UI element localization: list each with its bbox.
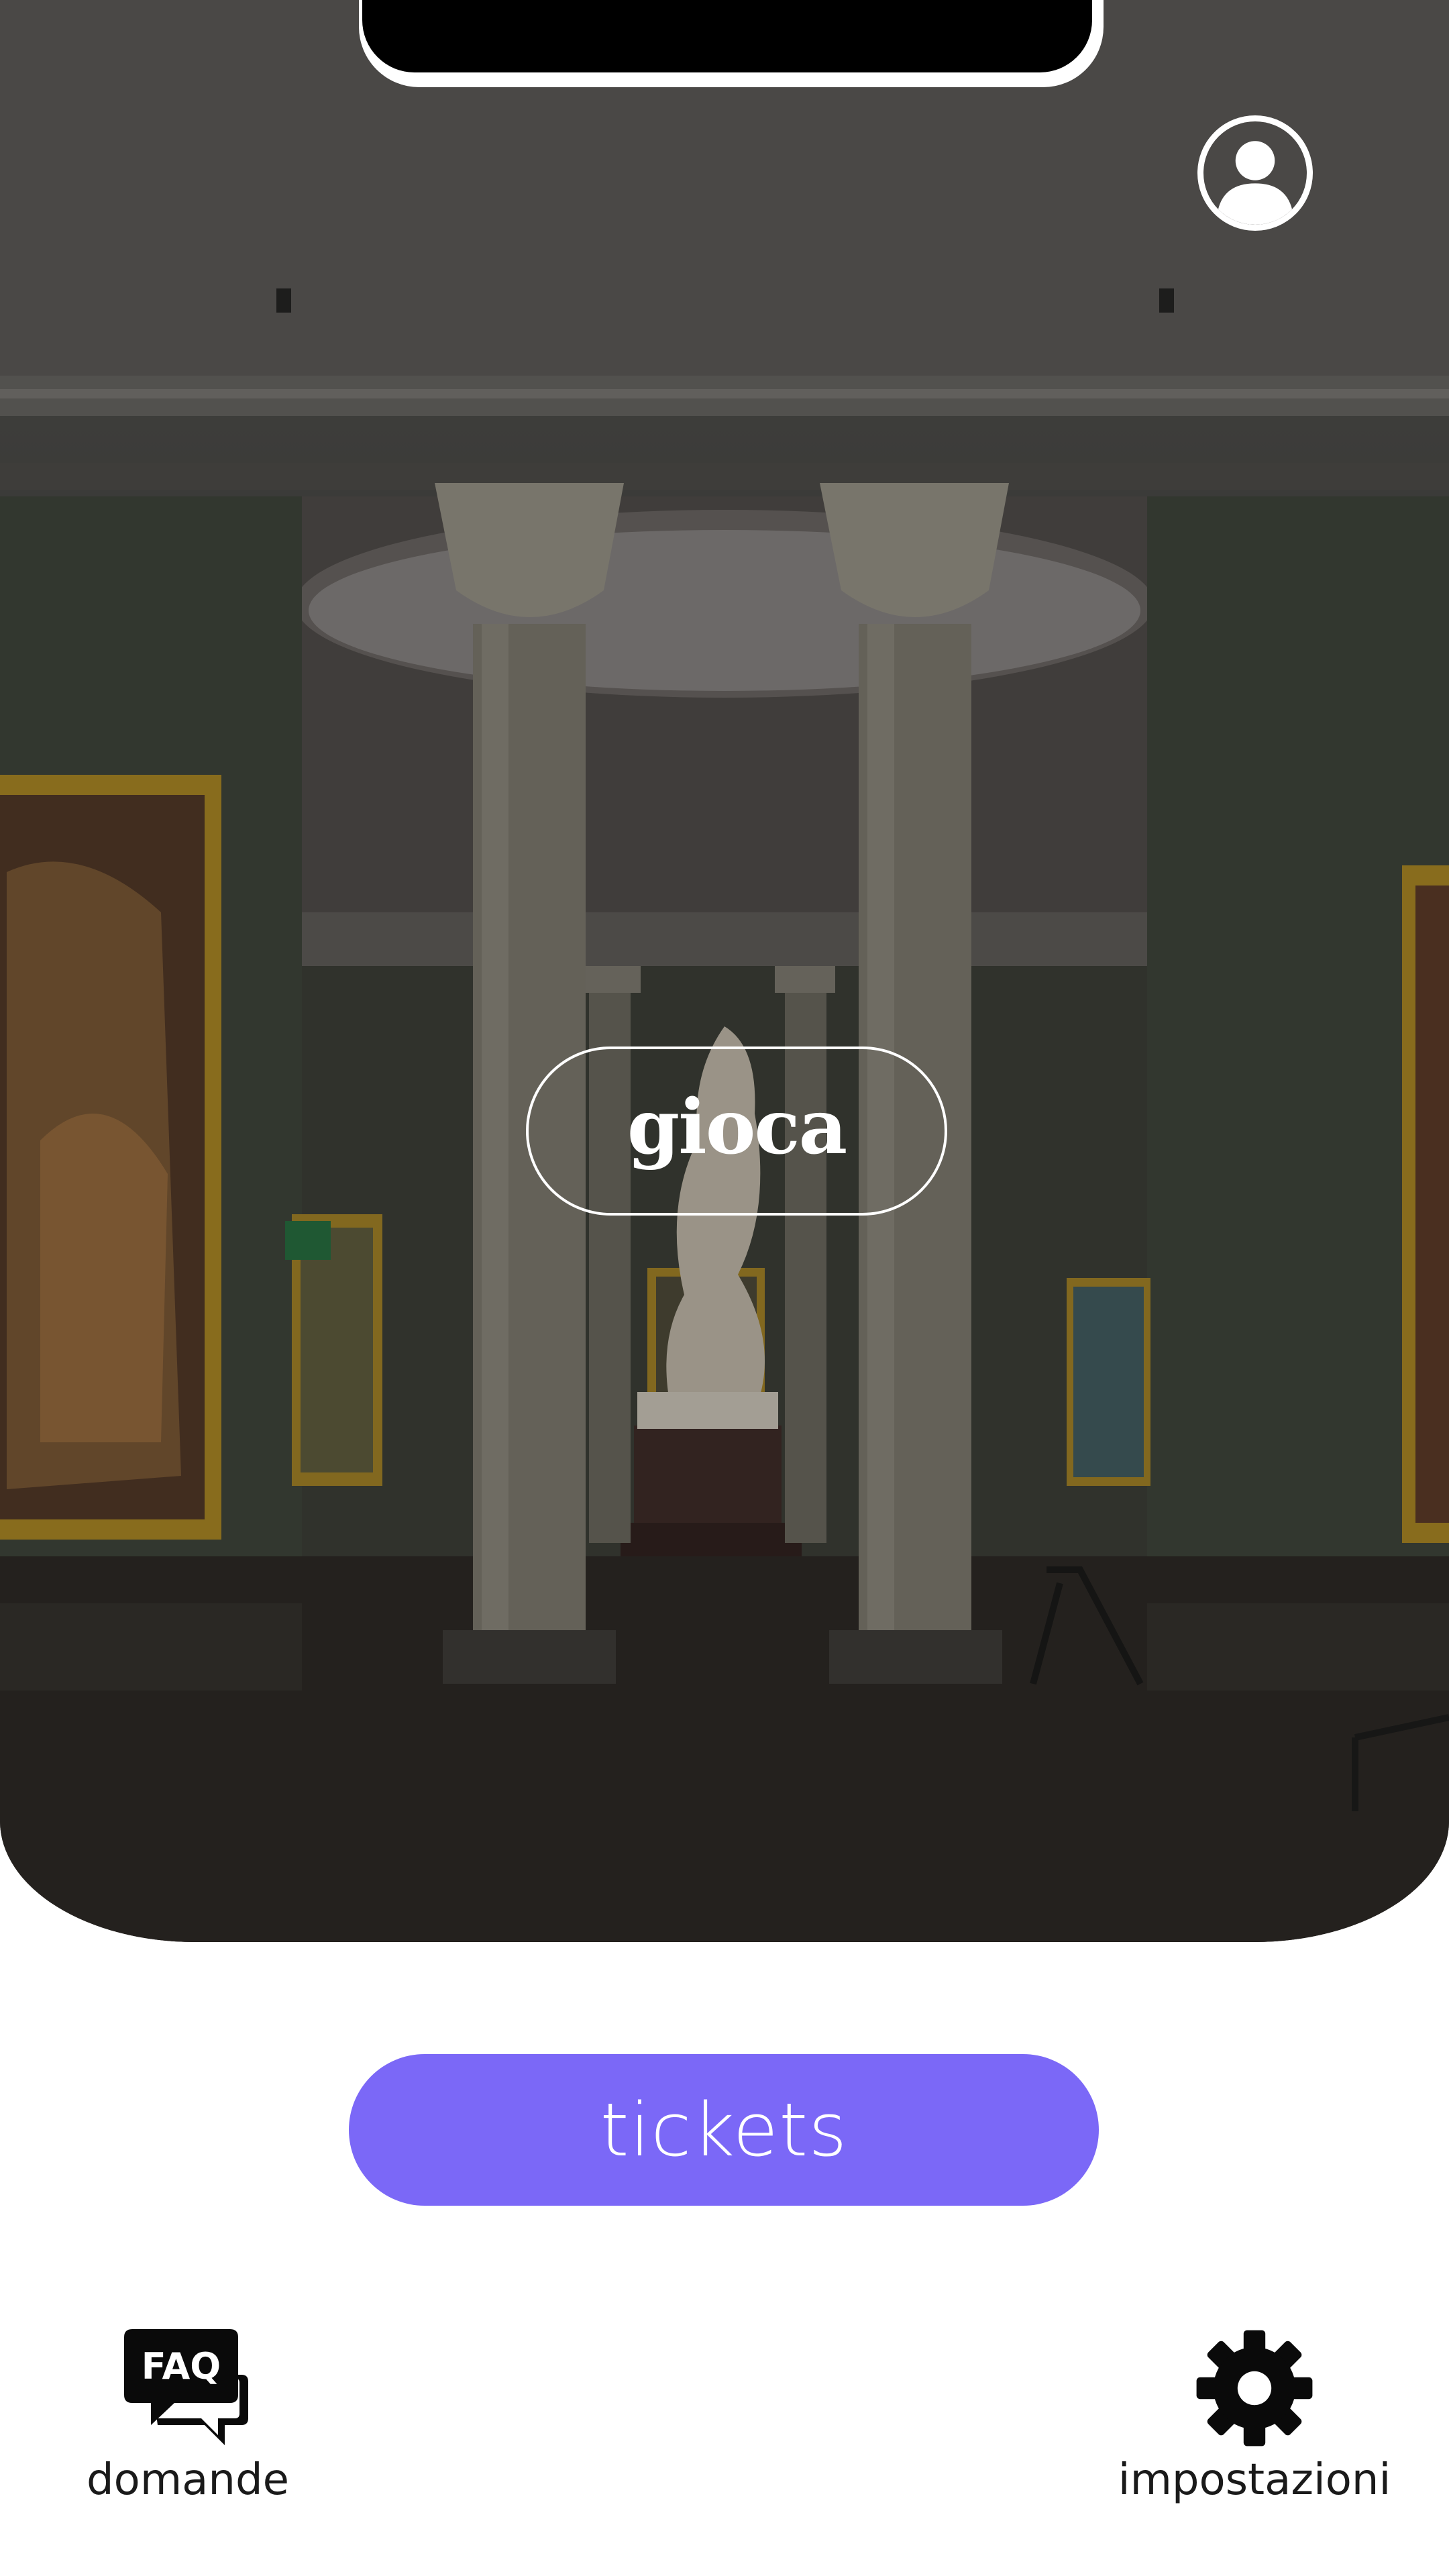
hero-museum-image bbox=[0, 0, 1449, 1942]
nav-item-faq[interactable]: FAQ domande bbox=[74, 2328, 302, 2505]
museum-hall-illustration bbox=[0, 0, 1449, 1942]
faq-chat-bubbles-icon: FAQ bbox=[124, 2329, 248, 2445]
tickets-button-label: tickets bbox=[600, 2087, 848, 2173]
play-button[interactable]: gioca bbox=[526, 1046, 947, 1216]
nav-label-domande: domande bbox=[87, 2455, 289, 2505]
nav-label-impostazioni: impostazioni bbox=[1118, 2455, 1391, 2505]
gear-icon bbox=[1196, 2330, 1313, 2447]
user-circle-icon bbox=[1218, 141, 1293, 225]
app-screen: gioca tickets FAQ domande impostazioni bbox=[0, 0, 1449, 2576]
play-button-label: gioca bbox=[627, 1083, 847, 1171]
tickets-button[interactable]: tickets bbox=[349, 2054, 1099, 2206]
profile-button[interactable] bbox=[1197, 115, 1313, 231]
nav-item-settings[interactable]: impostazioni bbox=[1114, 2328, 1395, 2505]
faq-icon-text: FAQ bbox=[142, 2345, 221, 2387]
device-notch bbox=[362, 0, 1092, 72]
